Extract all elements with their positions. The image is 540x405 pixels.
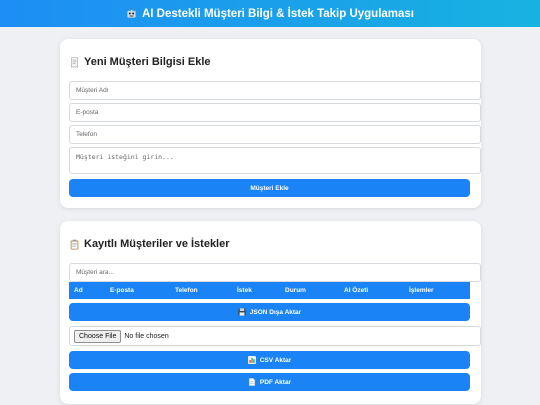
column-header-email: E-posta [110, 287, 134, 294]
add-customer-heading: Yeni Müşteri Bilgisi Ekle [69, 56, 211, 68]
robot-icon [126, 8, 137, 19]
add-customer-card: Yeni Müşteri Bilgisi Ekle Müşteri Ekle [60, 39, 481, 208]
column-header-request: İstek [237, 287, 252, 294]
customer-table-header: Ad E-posta Telefon İstek Durum AI Özeti … [69, 282, 470, 299]
customer-search-input[interactable] [69, 263, 481, 282]
file-status-text: No file chosen [124, 332, 169, 340]
add-customer-button[interactable]: Müşteri Ekle [69, 179, 470, 197]
bar-chart-icon [247, 356, 256, 364]
customer-list-title: Kayıtlı Müşteriler ve İstekler [84, 238, 230, 250]
pdf-export-label: PDF Aktar [259, 378, 292, 386]
document-icon [248, 378, 256, 386]
email-input[interactable] [69, 103, 481, 122]
phone-input[interactable] [69, 125, 481, 144]
customer-name-input[interactable] [69, 81, 481, 100]
json-export-label: JSON Dışa Aktar [249, 308, 302, 316]
column-header-name: Ad [74, 287, 83, 294]
import-file-row: Choose File No file chosen [69, 326, 481, 346]
floppy-disk-icon [238, 308, 246, 316]
column-header-status: Durum [285, 287, 306, 294]
json-export-button[interactable]: JSON Dışa Aktar [69, 303, 470, 321]
column-header-ai-summary: AI Özeti [344, 287, 369, 294]
csv-export-button[interactable]: CSV Aktar [69, 351, 470, 369]
csv-export-label: CSV Aktar [259, 356, 292, 364]
app-header: AI Destekli Müşteri Bilgi & İstek Takip … [0, 0, 540, 27]
column-header-phone: Telefon [175, 287, 198, 294]
column-header-actions: İşlemler [409, 287, 434, 294]
add-customer-button-label: Müşteri Ekle [250, 184, 289, 192]
app-title: AI Destekli Müşteri Bilgi & İstek Takip … [141, 7, 415, 20]
clipboard-icon [69, 239, 80, 250]
receipt-icon [69, 56, 80, 68]
add-customer-title: Yeni Müşteri Bilgisi Ekle [84, 56, 211, 68]
request-textarea[interactable] [69, 147, 481, 174]
pdf-export-button[interactable]: PDF Aktar [69, 373, 470, 391]
choose-file-button[interactable]: Choose File [74, 329, 122, 343]
customer-list-heading: Kayıtlı Müşteriler ve İstekler [69, 238, 230, 250]
customer-list-card: Kayıtlı Müşteriler ve İstekler Ad E-post… [60, 221, 481, 404]
